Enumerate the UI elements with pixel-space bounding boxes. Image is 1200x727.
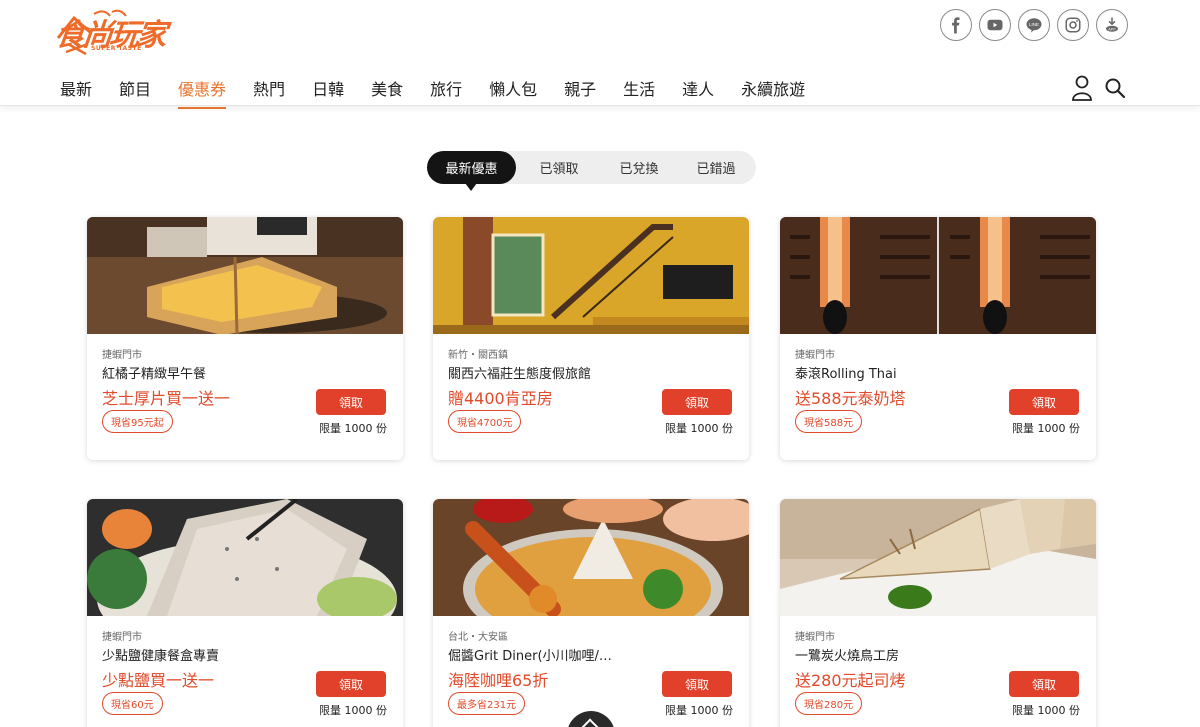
- coupon-saving-badge: 現省280元: [795, 692, 863, 715]
- claim-button[interactable]: 領取: [316, 389, 386, 415]
- coupon-store-name: 紅橘子精緻早午餐: [102, 367, 207, 382]
- tab-claimed[interactable]: 已領取: [516, 151, 602, 184]
- coupon-deal: 贈4400肯亞房: [448, 389, 553, 408]
- coupon-saving-badge: 現省60元: [102, 692, 163, 715]
- instagram-link[interactable]: [1057, 9, 1089, 41]
- coupon-image: [780, 217, 1096, 334]
- main-nav: 最新 節目 優惠券 熱門 日韓 美食 旅行 懶人包 親子 生活 達人 永續旅遊: [60, 76, 832, 109]
- coupon-quantity: 限量 1000 份: [1012, 422, 1080, 435]
- coupon-image: [780, 499, 1096, 616]
- social-links: LINE APP: [940, 9, 1128, 41]
- user-icon[interactable]: [1071, 75, 1093, 101]
- tab-latest-offers[interactable]: 最新優惠: [427, 151, 516, 191]
- coupon-location: 捷蝦門市: [102, 632, 142, 643]
- coupon-saving-badge: 現省588元: [795, 410, 863, 433]
- coupon-location: 捷蝦門市: [795, 632, 835, 643]
- instagram-icon: [1065, 17, 1081, 33]
- coupon-deal: 送280元起司烤: [795, 671, 906, 690]
- coupon-saving-badge: 現省4700元: [448, 410, 522, 433]
- youtube-icon: [987, 19, 1003, 31]
- nav-item-popular[interactable]: 熱門: [253, 76, 285, 108]
- coupon-saving-badge: 現省95元起: [102, 410, 173, 433]
- coupon-quantity: 限量 1000 份: [319, 704, 387, 717]
- tab-redeemed[interactable]: 已兌換: [602, 151, 676, 184]
- coupon-quantity: 限量 1000 份: [665, 704, 733, 717]
- nav-item-guides[interactable]: 懶人包: [489, 76, 537, 108]
- nav-item-programs[interactable]: 節目: [119, 76, 151, 108]
- line-link[interactable]: LINE: [1018, 9, 1050, 41]
- coupon-location: 捷蝦門市: [795, 350, 835, 361]
- coupon-location: 新竹・關西鎮: [448, 350, 508, 361]
- nav-item-experts[interactable]: 達人: [682, 76, 714, 108]
- nav-item-japan-korea[interactable]: 日韓: [312, 76, 344, 108]
- nav-item-food[interactable]: 美食: [371, 76, 403, 108]
- nav-item-latest[interactable]: 最新: [60, 76, 92, 108]
- nav-item-family[interactable]: 親子: [564, 76, 596, 108]
- coupon-deal: 海陸咖哩65折: [448, 671, 549, 690]
- tab-missed[interactable]: 已錯過: [676, 151, 756, 184]
- coupon-card[interactable]: 台北・大安區 倔醬Grit Diner(小川咖哩/… 海陸咖哩65折 最多省23…: [433, 499, 749, 727]
- claim-button[interactable]: 領取: [662, 671, 732, 697]
- site-header: 食尚玩家 SUPER TASTE LINE APP 最新 節目 優惠券 熱門 日…: [0, 0, 1200, 109]
- coupon-deal: 送588元泰奶塔: [795, 389, 906, 408]
- line-icon: LINE: [1026, 18, 1042, 33]
- coupon-location: 捷蝦門市: [102, 350, 142, 361]
- coupon-store-name: 少點鹽健康餐盒專賣: [102, 649, 220, 664]
- coupon-quantity: 限量 1000 份: [665, 422, 733, 435]
- coupon-deal: 芝士厚片買一送一: [102, 389, 231, 408]
- claim-button[interactable]: 領取: [1009, 671, 1079, 697]
- youtube-link[interactable]: [979, 9, 1011, 41]
- coupon-card[interactable]: 捷蝦門市 紅橘子精緻早午餐 芝士厚片買一送一 現省95元起 領取 限量 1000…: [87, 217, 403, 460]
- coupon-tabs: 最新優惠 已領取 已兌換 已錯過: [427, 151, 756, 191]
- coupon-deal: 少點鹽買一送一: [102, 671, 215, 690]
- coupon-image: [87, 217, 403, 334]
- coupon-card[interactable]: 捷蝦門市 少點鹽健康餐盒專賣 少點鹽買一送一 現省60元 領取 限量 1000 …: [87, 499, 403, 727]
- coupon-location: 台北・大安區: [448, 632, 508, 643]
- app-download-icon: APP: [1106, 17, 1118, 32]
- coupon-card[interactable]: 捷蝦門市 泰滾Rolling Thai 送588元泰奶塔 現省588元 領取 限…: [780, 217, 1096, 460]
- nav-item-coupons[interactable]: 優惠券: [178, 76, 227, 109]
- logo-subtext: SUPER TASTE: [91, 45, 142, 52]
- app-download-link[interactable]: APP: [1096, 9, 1128, 41]
- coupon-quantity: 限量 1000 份: [1012, 704, 1080, 717]
- coupon-store-name: 泰滾Rolling Thai: [795, 367, 897, 382]
- nav-item-sustainable-travel[interactable]: 永續旅遊: [741, 76, 805, 108]
- claim-button[interactable]: 領取: [1009, 389, 1079, 415]
- coupon-image: [433, 499, 749, 616]
- coupon-saving-badge: 最多省231元: [448, 692, 526, 715]
- coupon-image: [433, 217, 749, 334]
- nav-item-travel[interactable]: 旅行: [430, 76, 462, 108]
- nav-item-life[interactable]: 生活: [623, 76, 655, 108]
- claim-button[interactable]: 領取: [316, 671, 386, 697]
- coupon-quantity: 限量 1000 份: [319, 422, 387, 435]
- claim-button[interactable]: 領取: [662, 389, 732, 415]
- app-label: APP: [1108, 27, 1116, 31]
- coupon-store-name: 倔醬Grit Diner(小川咖哩/…: [448, 649, 612, 664]
- coupon-card[interactable]: 新竹・關西鎮 關西六福莊生態度假旅館 贈4400肯亞房 現省4700元 領取 限…: [433, 217, 749, 460]
- coupon-store-name: 一鷺炭火燒鳥工房: [795, 649, 900, 664]
- coupon-card[interactable]: 捷蝦門市 一鷺炭火燒鳥工房 送280元起司烤 現省280元 領取 限量 1000…: [780, 499, 1096, 727]
- facebook-link[interactable]: [940, 9, 972, 41]
- coupon-image: [87, 499, 403, 616]
- line-label: LINE: [1029, 22, 1039, 27]
- search-icon[interactable]: [1104, 77, 1126, 99]
- facebook-icon: [952, 17, 960, 34]
- coupon-store-name: 關西六福莊生態度假旅館: [448, 367, 592, 382]
